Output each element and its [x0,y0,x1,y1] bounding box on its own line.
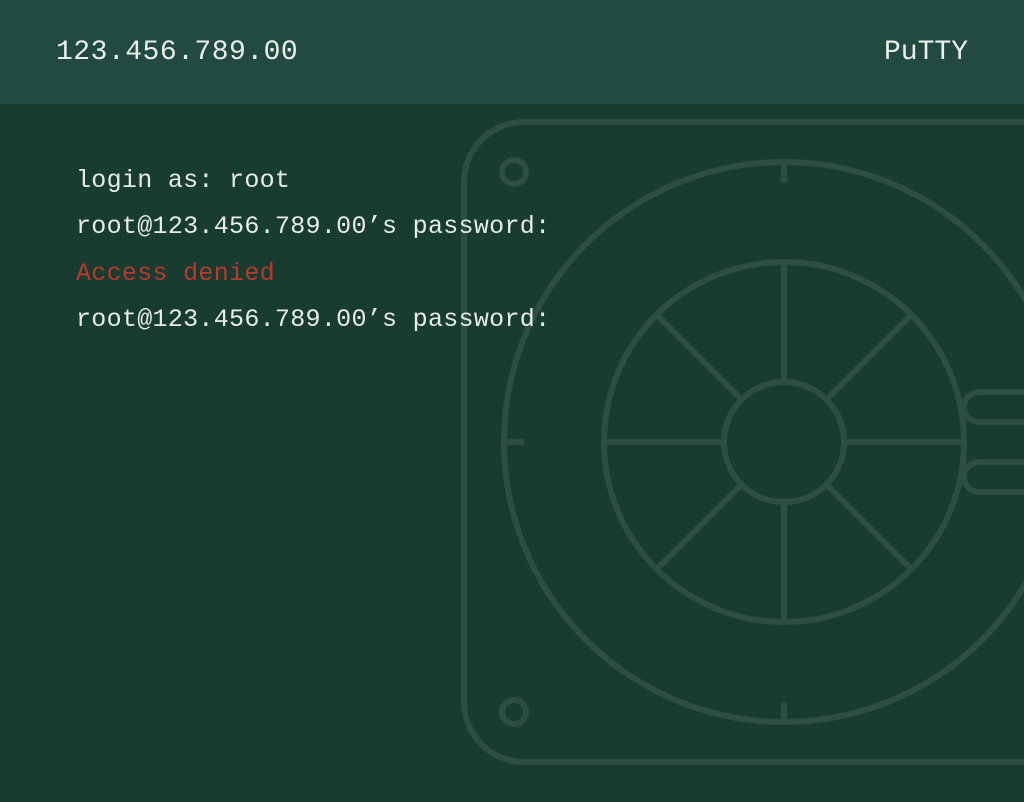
terminal-output[interactable]: login as: root root@123.456.789.00’s pas… [0,104,1024,343]
terminal-line: login as: root [76,158,948,204]
terminal-error-line: Access denied [76,251,948,297]
terminal-line: root@123.456.789.00’s password: [76,297,948,343]
app-name: PuTTY [884,37,968,68]
window-host-address: 123.456.789.00 [56,37,298,68]
terminal-line: root@123.456.789.00’s password: [76,204,948,250]
titlebar: 123.456.789.00 PuTTY [0,0,1024,104]
